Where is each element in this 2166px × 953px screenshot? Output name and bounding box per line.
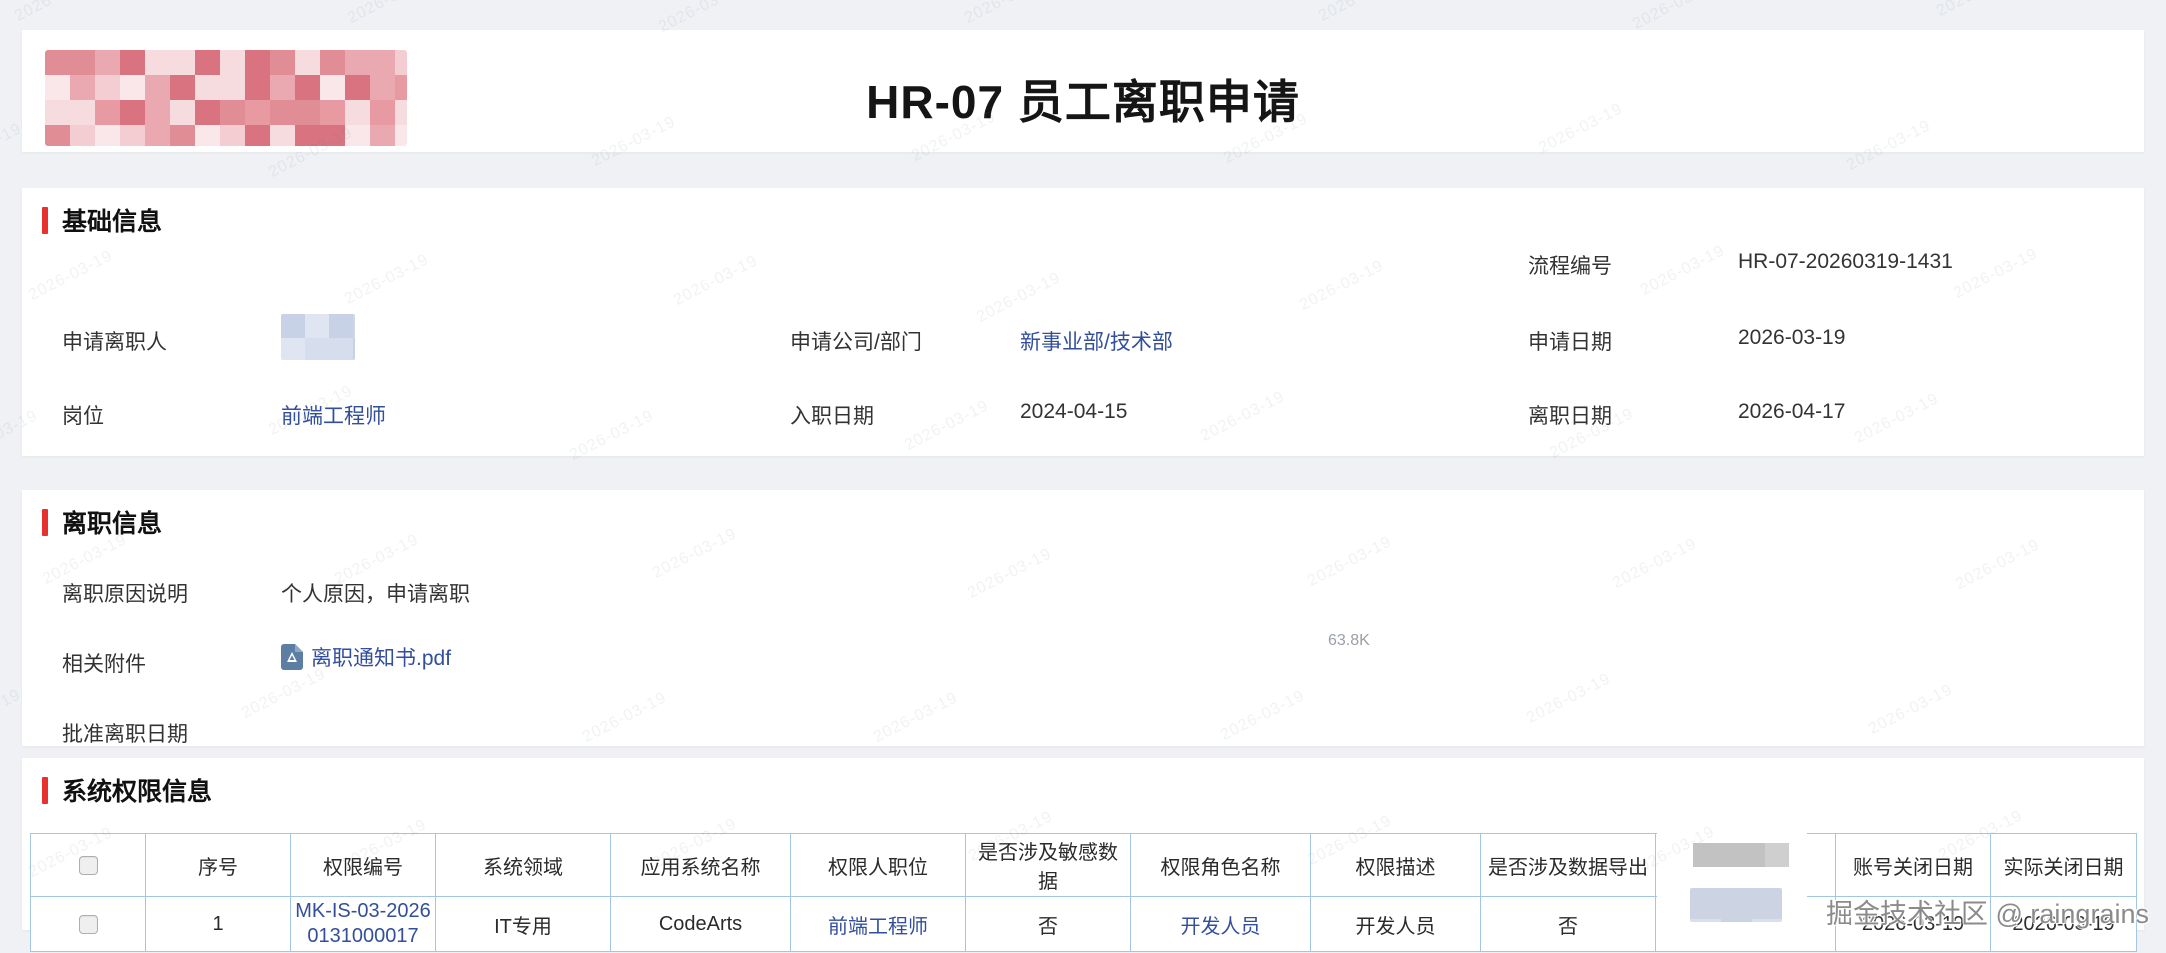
attachment-filesize: 63.8K (1328, 632, 1370, 650)
cell-seq: 1 (146, 897, 291, 952)
cell-desc: 开发人员 (1311, 897, 1481, 952)
cell-perm-no: MK-IS-03-20260131000017 (291, 897, 436, 952)
field-company-dept-value: 新事业部/技术部 (1020, 326, 1173, 356)
table-header-row: 序号 权限编号 系统领域 应用系统名称 权限人职位 是否涉及敏感数据 权限角色名… (31, 834, 2137, 897)
field-reason: 离职原因说明 (62, 578, 188, 608)
field-approved-date: 批准离职日期 (62, 718, 188, 748)
field-attachment: 相关附件 (62, 648, 146, 678)
field-process-no-value: HR-07-20260319-1431 (1738, 250, 1953, 274)
table-row: 1 MK-IS-03-20260131000017 IT专用 CodeArts … (31, 897, 2137, 952)
cell-role-title: 前端工程师 (791, 897, 966, 952)
red-section-bar (42, 777, 48, 804)
field-apply-date-value: 2026-03-19 (1738, 326, 1845, 350)
col-desc: 权限描述 (1311, 834, 1481, 897)
row-select-cell (31, 897, 146, 952)
field-leave-date-value: 2026-04-17 (1738, 400, 1845, 424)
col-app: 应用系统名称 (611, 834, 791, 897)
page-title: HR-07 员工离职申请 (22, 66, 2144, 132)
role-name-link[interactable]: 开发人员 (1181, 916, 1261, 938)
attachment-link[interactable]: 离职通知书.pdf (311, 642, 451, 672)
redacted-column-header (1693, 843, 1789, 867)
col-role-name: 权限角色名称 (1131, 834, 1311, 897)
field-leave-date: 离职日期 (1528, 400, 1612, 430)
col-actual-close-date: 实际关闭日期 (1991, 834, 2137, 897)
permissions-section: 系统权限信息 序号 权限编号 系统领域 应用系统名称 权限人职位 是否涉及敏感数… (22, 758, 2144, 930)
field-company-dept: 申请公司/部门 (790, 326, 922, 356)
row-checkbox[interactable] (79, 915, 98, 934)
field-position-value: 前端工程师 (281, 400, 386, 430)
field-position: 岗位 (62, 400, 104, 430)
pdf-file-icon (281, 644, 303, 670)
cell-export: 否 (1481, 897, 1656, 952)
red-section-bar (42, 509, 48, 536)
red-section-bar (42, 207, 48, 234)
col-close-date: 账号关闭日期 (1836, 834, 1991, 897)
field-attachment-value: 离职通知书.pdf (281, 642, 451, 672)
basic-info-section: 基础信息 流程编号 HR-07-20260319-1431 申请离职人 申请公司… (22, 188, 2144, 456)
position-link[interactable]: 前端工程师 (281, 405, 386, 428)
col-role-title: 权限人职位 (791, 834, 966, 897)
company-dept-link[interactable]: 新事业部/技术部 (1020, 331, 1173, 354)
permissions-heading: 系统权限信息 (42, 772, 212, 808)
col-sensitive: 是否涉及敏感数据 (966, 834, 1131, 897)
col-domain: 系统领域 (436, 834, 611, 897)
permissions-table: 序号 权限编号 系统领域 应用系统名称 权限人职位 是否涉及敏感数据 权限角色名… (30, 833, 2137, 952)
role-title-link[interactable]: 前端工程师 (828, 916, 928, 938)
header-card: HR-07 员工离职申请 (22, 30, 2144, 152)
col-export: 是否涉及数据导出 (1481, 834, 1656, 897)
basic-info-heading: 基础信息 (42, 202, 162, 238)
redacted-cell-value (1690, 888, 1782, 922)
perm-no-link[interactable]: MK-IS-03-20260131000017 (295, 900, 431, 947)
cell-sensitive: 否 (966, 897, 1131, 952)
field-reason-value: 个人原因，申请离职 (281, 578, 470, 608)
cell-domain: IT专用 (436, 897, 611, 952)
col-seq: 序号 (146, 834, 291, 897)
cell-role-name: 开发人员 (1131, 897, 1311, 952)
col-perm-no: 权限编号 (291, 834, 436, 897)
resign-info-heading: 离职信息 (42, 504, 162, 540)
field-entry-date-value: 2024-04-15 (1020, 400, 1127, 424)
cell-close-date: 2026-03-19 (1836, 897, 1991, 952)
cell-app: CodeArts (611, 897, 791, 952)
field-apply-date: 申请日期 (1528, 326, 1612, 356)
field-applicant: 申请离职人 (62, 326, 167, 356)
resign-info-section: 离职信息 离职原因说明 个人原因，申请离职 相关附件 离职通知书.pdf 63.… (22, 490, 2144, 746)
cell-actual-close-date: 2026-03-19 (1991, 897, 2137, 952)
hr-resignation-form-page: 2026-03-192026-03-192026-03-192026-03-19… (0, 0, 2166, 953)
select-all-cell (31, 834, 146, 897)
applicant-name-redacted (281, 314, 355, 360)
field-entry-date: 入职日期 (790, 400, 874, 430)
select-all-checkbox[interactable] (79, 856, 98, 875)
field-process-no: 流程编号 (1528, 250, 1612, 280)
